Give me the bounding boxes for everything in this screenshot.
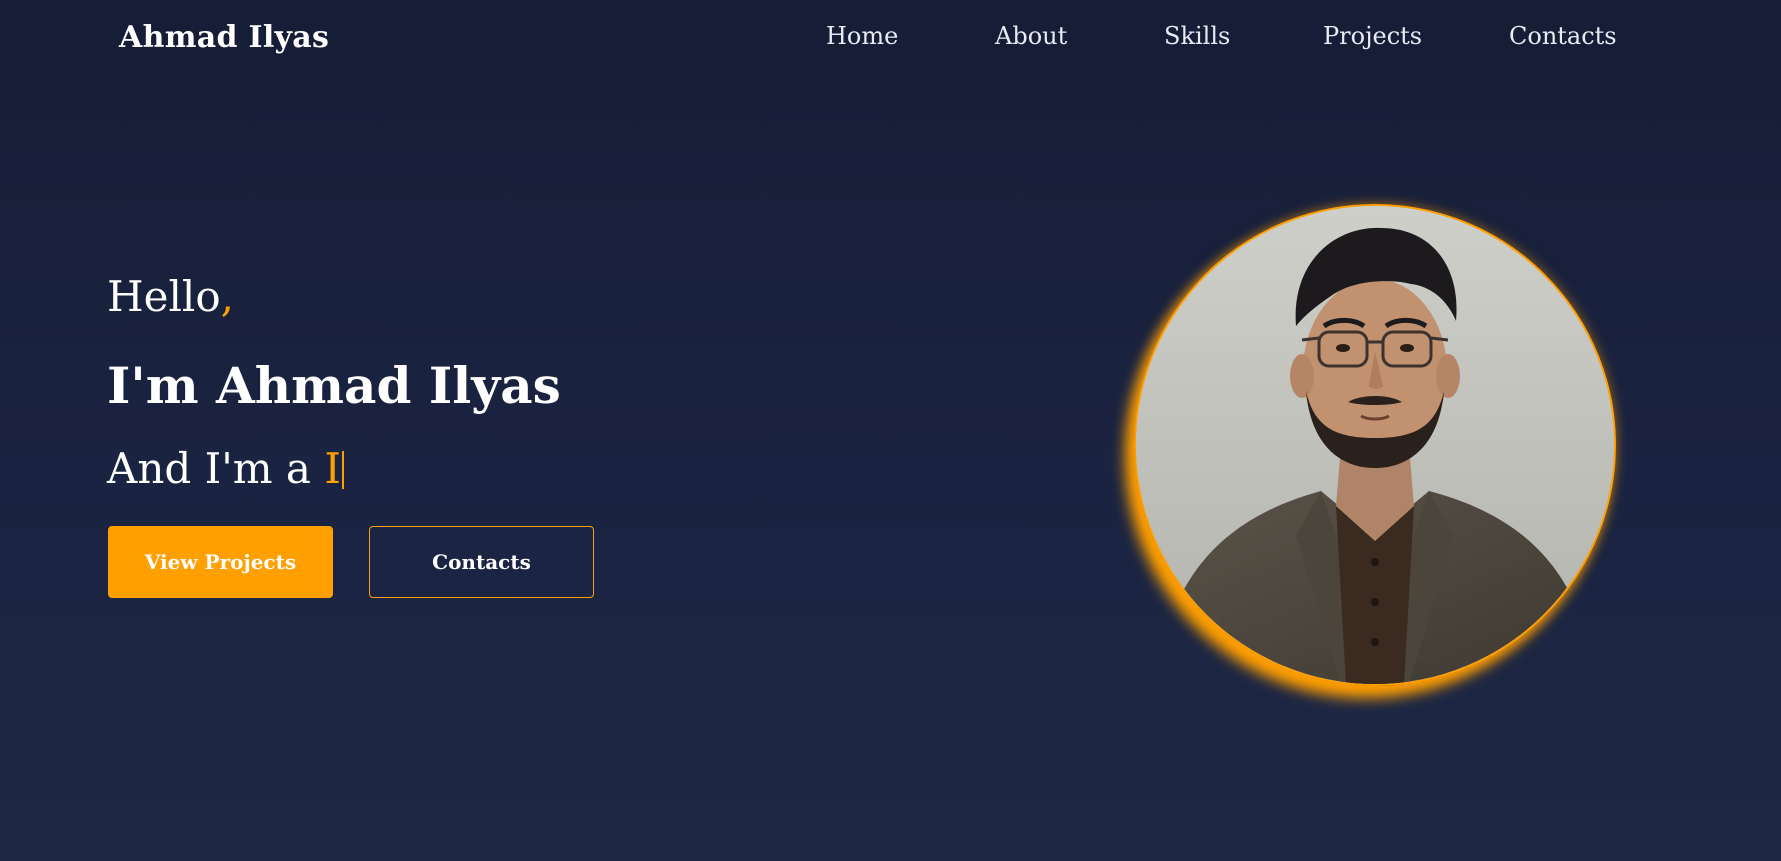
navbar: Ahmad Ilyas Home About Skills Projects C… xyxy=(0,0,1781,80)
role-prefix: And I'm a xyxy=(107,444,325,493)
greeting-comma: , xyxy=(220,272,234,321)
nav-link-skills[interactable]: Skills xyxy=(1164,22,1230,50)
contacts-button[interactable]: Contacts xyxy=(369,526,594,598)
brand-logo[interactable]: Ahmad Ilyas xyxy=(119,20,329,55)
profile-photo-illustration xyxy=(1136,206,1614,684)
nav-link-contacts[interactable]: Contacts xyxy=(1509,22,1617,50)
nav-link-about[interactable]: About xyxy=(995,22,1067,50)
hero-name: I'm Ahmad Ilyas xyxy=(107,356,561,415)
hero-role: And I'm a I xyxy=(107,444,344,493)
role-typed-text: I xyxy=(324,444,341,493)
text-cursor-icon xyxy=(341,451,344,489)
view-projects-button[interactable]: View Projects xyxy=(108,526,333,598)
greeting-word: Hello xyxy=(107,272,221,321)
nav-link-home[interactable]: Home xyxy=(826,22,898,50)
hero-greeting: Hello, xyxy=(107,272,234,321)
nav-link-projects[interactable]: Projects xyxy=(1323,22,1422,50)
profile-photo xyxy=(1134,204,1616,686)
